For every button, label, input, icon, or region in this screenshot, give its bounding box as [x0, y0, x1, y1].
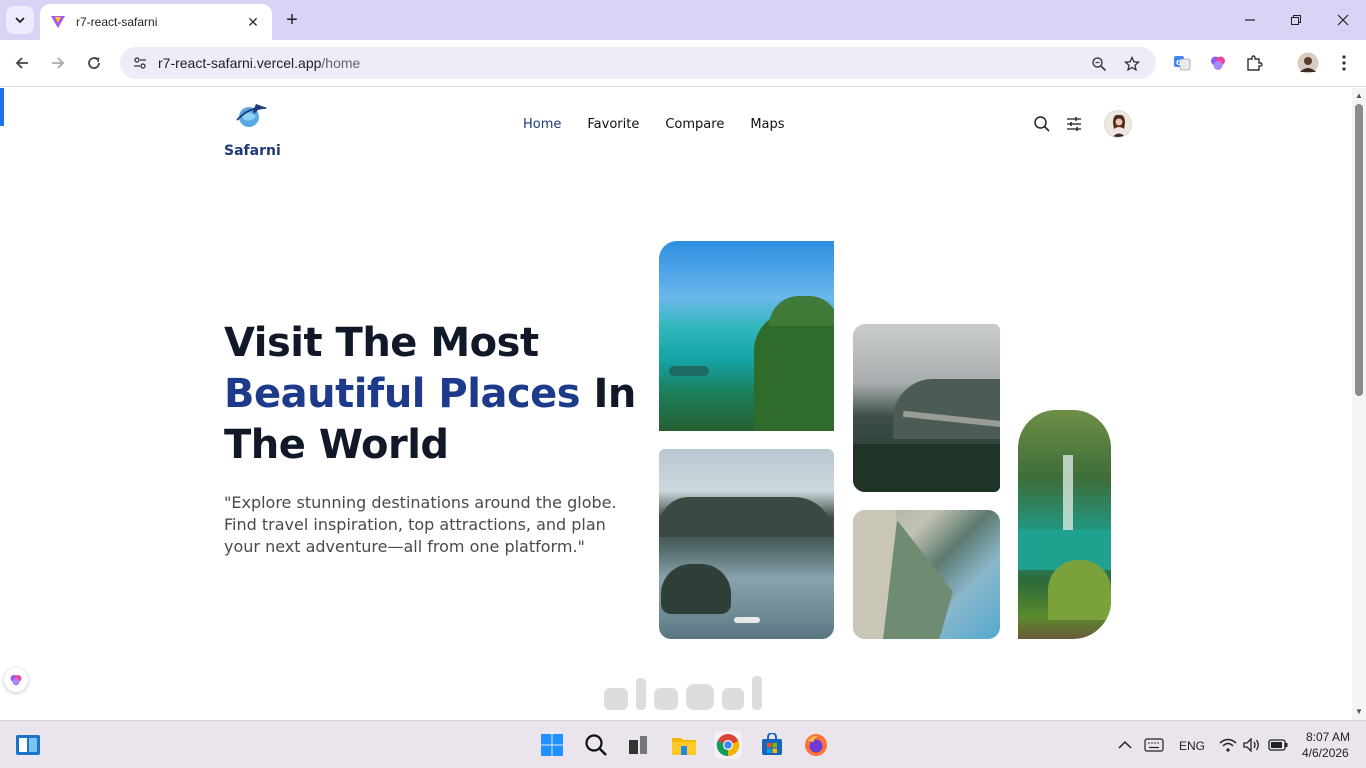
address-bar[interactable]: r7-react-safarni.vercel.app/home: [120, 47, 1156, 79]
mountain-cliffs-photo: [853, 510, 1000, 639]
brain-assistant-icon[interactable]: [4, 668, 28, 692]
watermark-logo: [604, 676, 762, 710]
keyboard-icon[interactable]: [1143, 736, 1165, 754]
cliff-viewpoint-photo: [853, 324, 1000, 492]
close-window-icon[interactable]: [1331, 8, 1355, 32]
hero-title-line1: Visit The Most: [224, 320, 539, 366]
active-tab[interactable]: r7-react-safarni ✕: [40, 4, 272, 40]
chrome-taskbar-icon[interactable]: [714, 731, 742, 759]
scroll-down-arrow-icon[interactable]: ▼: [1355, 708, 1363, 716]
clock-time[interactable]: 8:07 AM: [1306, 730, 1350, 744]
plane-globe-logo-icon: [236, 104, 267, 127]
back-arrow-icon[interactable]: [10, 51, 34, 75]
url-host: r7-react-safarni.vercel.app: [158, 55, 322, 71]
extensions-puzzle-icon[interactable]: [1243, 52, 1265, 74]
nav-maps[interactable]: Maps: [750, 117, 784, 132]
limestone-islands-photo: [659, 449, 834, 639]
hero-title-line3: The World: [224, 422, 449, 468]
url-text[interactable]: r7-react-safarni.vercel.app/home: [158, 55, 360, 71]
focus-indicator: [0, 88, 4, 126]
reload-icon[interactable]: [82, 51, 106, 75]
microsoft-store-icon[interactable]: [758, 731, 786, 759]
user-avatar[interactable]: [1104, 110, 1132, 138]
translate-extension-icon[interactable]: G: [1171, 52, 1193, 74]
bookmark-star-icon[interactable]: [1123, 55, 1141, 73]
show-hidden-icons-chevron[interactable]: [1116, 736, 1134, 754]
browser-tab-strip: r7-react-safarni ✕ +: [0, 0, 1366, 40]
filter-sliders-icon[interactable]: [1064, 114, 1084, 134]
url-path: /home: [321, 55, 361, 71]
taskbar-search-icon[interactable]: [582, 731, 610, 759]
logo-text: Safarni: [224, 143, 281, 159]
hero-title-line2-rest: In: [580, 371, 637, 417]
wifi-icon[interactable]: [1219, 736, 1237, 754]
language-indicator[interactable]: ENG: [1179, 739, 1205, 753]
firefox-icon[interactable]: [802, 731, 830, 759]
site-logo[interactable]: Safarni: [224, 100, 284, 159]
vite-favicon-icon: [51, 16, 65, 28]
nav-compare[interactable]: Compare: [665, 117, 724, 132]
task-view-icon[interactable]: [624, 731, 652, 759]
battery-icon[interactable]: [1267, 736, 1289, 754]
windows-start-icon[interactable]: [538, 731, 566, 759]
hero-title-accent: Beautiful Places: [224, 371, 581, 417]
nav-home[interactable]: Home: [523, 117, 561, 132]
zoom-icon[interactable]: [1090, 55, 1108, 73]
coastal-bay-photo: [659, 241, 834, 431]
nav-favorite[interactable]: Favorite: [587, 117, 639, 132]
hero-title: Visit The Most Beautiful Places In The W…: [224, 318, 644, 471]
main-nav: Home Favorite Compare Maps: [523, 117, 785, 132]
file-explorer-icon[interactable]: [670, 731, 698, 759]
tab-title: r7-react-safarni: [76, 15, 158, 29]
windows-taskbar: ENG 8:07 AM 4/6/2026: [0, 720, 1366, 768]
svg-text:G: G: [1176, 59, 1182, 67]
tab-close-icon[interactable]: ✕: [244, 13, 262, 31]
profile-avatar-icon[interactable]: [1297, 52, 1319, 74]
browser-toolbar: r7-react-safarni.vercel.app/home G: [0, 40, 1366, 87]
hero-subtitle: "Explore stunning destinations around th…: [224, 493, 617, 556]
new-tab-button[interactable]: +: [280, 8, 304, 32]
forward-arrow-icon[interactable]: [46, 51, 70, 75]
brain-extension-icon[interactable]: [1207, 52, 1229, 74]
volume-icon[interactable]: [1243, 736, 1261, 754]
header-actions: [1032, 110, 1132, 138]
page-scrollbar[interactable]: ▲ ▼: [1352, 88, 1366, 720]
scroll-thumb[interactable]: [1355, 104, 1363, 396]
clock-date[interactable]: 4/6/2026: [1302, 746, 1349, 760]
scroll-up-arrow-icon[interactable]: ▲: [1355, 92, 1363, 100]
restore-icon[interactable]: [1284, 8, 1308, 32]
tab-search-chevron-icon[interactable]: [6, 6, 34, 34]
minimize-icon[interactable]: [1238, 8, 1262, 32]
widgets-icon[interactable]: [14, 731, 42, 759]
search-icon[interactable]: [1032, 114, 1052, 134]
page-viewport: Safarni Home Favorite Compare Maps Visit…: [0, 88, 1352, 720]
chrome-menu-icon[interactable]: [1333, 52, 1355, 74]
waterfall-lake-photo: [1018, 410, 1111, 639]
site-settings-icon[interactable]: [126, 55, 154, 71]
